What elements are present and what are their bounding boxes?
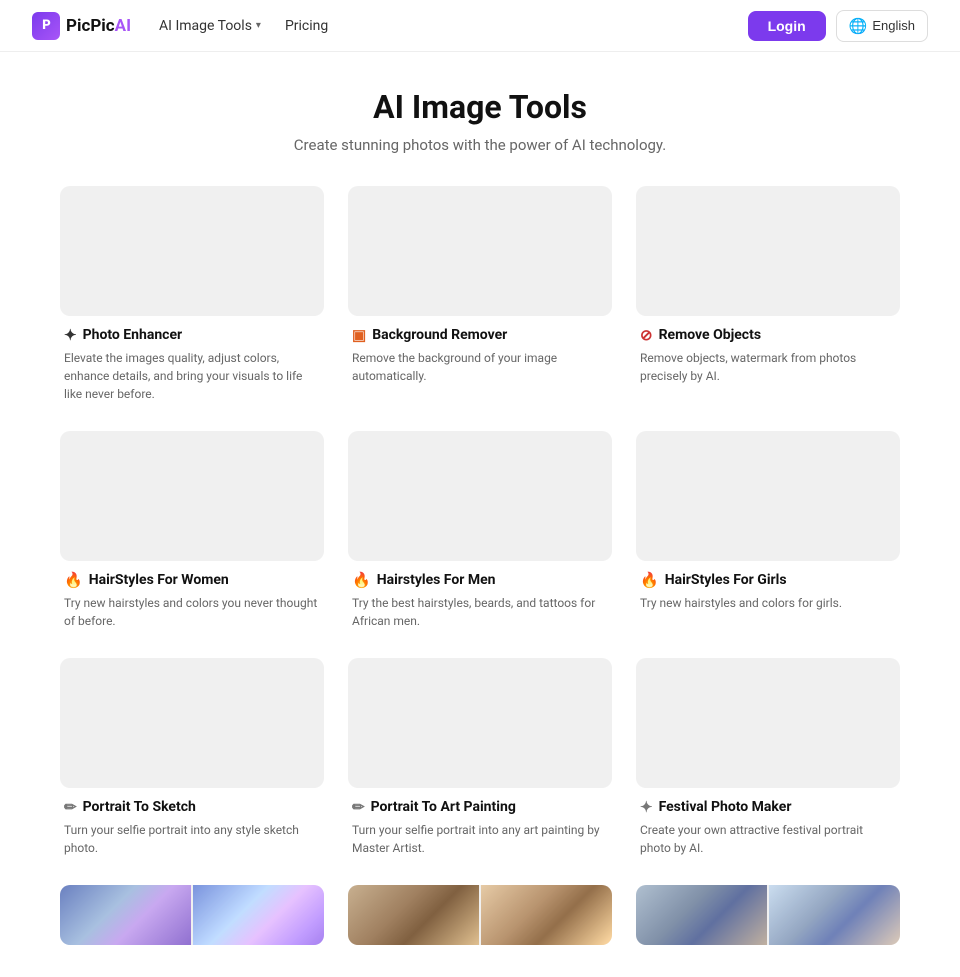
tool-desc-portrait-sketch: Turn your selfie portrait into any style… [64,821,320,857]
tool-icon-hairstyles-women: 🔥 [64,571,83,589]
navbar: P PicPicAI AI Image Tools ▾ Pricing Logi… [0,0,960,52]
tool-desc-photo-enhancer: Elevate the images quality, adjust color… [64,349,320,403]
tool-card-partial-row4-2[interactable] [348,885,612,945]
logo-text: PicPicAI [66,16,131,36]
partial-image-left-row4-2 [348,885,479,945]
logo[interactable]: P PicPicAI [32,12,131,40]
tool-icon-festival-photo: ✦ [640,798,653,816]
language-selector[interactable]: 🌐 English [836,10,928,42]
login-button[interactable]: Login [748,11,826,41]
tool-card-partial-row4-3[interactable] [636,885,900,945]
nav-left: P PicPicAI AI Image Tools ▾ Pricing [32,12,328,40]
tool-title-portrait-painting: Portrait To Art Painting [371,799,516,815]
partial-image-right-row4-1 [193,885,324,945]
tool-icon-hairstyles-men: 🔥 [352,571,371,589]
hero-title: AI Image Tools [20,88,940,126]
hero-subtitle: Create stunning photos with the power of… [20,136,940,154]
tools-grid: ✦ Photo Enhancer Elevate the images qualit… [0,178,960,885]
tool-card-portrait-painting[interactable]: ✏ Portrait To Art Painting Turn your selfi… [348,658,612,861]
tool-card-hairstyles-girls[interactable]: 🔥 HairStyles For Girls Try new hairstyles … [636,431,900,634]
tool-title-portrait-sketch: Portrait To Sketch [83,799,196,815]
partial-image-right-row4-3 [769,885,900,945]
globe-icon: 🌐 [849,17,868,35]
hero-section: AI Image Tools Create stunning photos wi… [0,52,960,178]
tool-desc-hairstyles-girls: Try new hairstyles and colors for girls. [640,594,896,612]
tool-title-hairstyles-men: Hairstyles For Men [377,572,496,588]
tool-desc-hairstyles-women: Try new hairstyles and colors you never … [64,594,320,630]
tool-title-hairstyles-girls: HairStyles For Girls [665,572,787,588]
partial-image-left-row4-3 [636,885,767,945]
tool-desc-remove-objects: Remove objects, watermark from photos pr… [640,349,896,385]
tool-card-festival-photo[interactable]: ✦ Festival Photo Maker Create your own att… [636,658,900,861]
tool-icon-bg-remover: ▣ [352,326,366,344]
tool-card-portrait-sketch[interactable]: ✏ Portrait To Sketch Turn your selfie port… [60,658,324,861]
tool-card-remove-objects[interactable]: ⊘ Remove Objects Remove objects, watermark… [636,186,900,407]
tool-icon-portrait-sketch: ✏ [64,798,77,816]
tool-icon-hairstyles-girls: 🔥 [640,571,659,589]
tool-icon-remove-objects: ⊘ [640,326,653,344]
tool-card-hairstyles-men[interactable]: 🔥 Hairstyles For Men Try the best hairstyl… [348,431,612,634]
tool-title-remove-objects: Remove Objects [659,327,761,343]
partial-image-left-row4-1 [60,885,191,945]
partial-image-right-row4-2 [481,885,612,945]
tool-desc-festival-photo: Create your own attractive festival port… [640,821,896,857]
tool-icon-portrait-painting: ✏ [352,798,365,816]
tool-card-partial-row4-1[interactable] [60,885,324,945]
nav-item-pricing[interactable]: Pricing [285,14,328,38]
tool-title-photo-enhancer: Photo Enhancer [83,327,183,343]
tool-title-bg-remover: Background Remover [372,327,507,343]
nav-item-tools[interactable]: AI Image Tools ▾ [159,14,261,38]
tools-grid-partial [0,885,960,977]
tool-desc-portrait-painting: Turn your selfie portrait into any art p… [352,821,608,857]
tool-card-bg-remover[interactable]: ▣ Background Remover Remove the background… [348,186,612,407]
tool-desc-bg-remover: Remove the background of your image auto… [352,349,608,385]
tool-title-festival-photo: Festival Photo Maker [659,799,792,815]
tool-icon-photo-enhancer: ✦ [64,326,77,344]
tool-desc-hairstyles-men: Try the best hairstyles, beards, and tat… [352,594,608,630]
nav-right: Login 🌐 English [748,10,928,42]
tool-card-hairstyles-women[interactable]: 🔥 HairStyles For Women Try new hairstyles … [60,431,324,634]
chevron-down-icon: ▾ [256,20,261,31]
tool-title-hairstyles-women: HairStyles For Women [89,572,229,588]
logo-icon: P [32,12,60,40]
nav-menu: AI Image Tools ▾ Pricing [159,14,328,38]
tool-card-photo-enhancer[interactable]: ✦ Photo Enhancer Elevate the images qualit… [60,186,324,407]
